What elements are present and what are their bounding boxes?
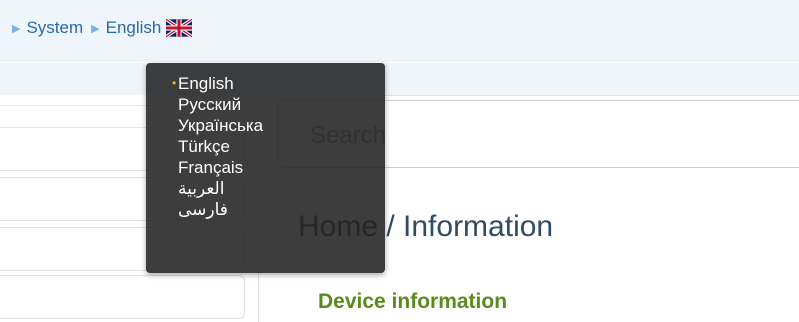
breadcrumb-system[interactable]: System <box>26 18 83 38</box>
language-option-persian[interactable]: فارسی <box>146 199 385 220</box>
sidebar-field[interactable] <box>0 275 245 319</box>
uk-flag-icon[interactable] <box>165 17 194 39</box>
language-option-label: Українська <box>178 116 264 135</box>
top-bar-divider <box>0 62 799 63</box>
language-option-arabic[interactable]: العربية <box>146 178 385 199</box>
breadcrumb: ▶ System ▶ English <box>12 17 194 39</box>
breadcrumb-language[interactable]: English <box>106 18 162 38</box>
language-option-french[interactable]: Français <box>146 157 385 178</box>
language-option-turkish[interactable]: Türkçe <box>146 136 385 157</box>
language-option-russian[interactable]: Русский <box>146 94 385 115</box>
selected-bullet-icon: • <box>172 76 177 90</box>
language-option-ukrainian[interactable]: Українська <box>146 115 385 136</box>
language-option-label: English <box>178 74 234 93</box>
language-option-label: Русский <box>178 95 242 114</box>
language-dropdown-menu: • English Русский Українська Türkçe Fran… <box>146 63 385 273</box>
language-option-english[interactable]: • English <box>146 73 385 94</box>
language-option-label: Türkçe <box>178 137 230 156</box>
breadcrumb-arrow-icon: ▶ <box>91 22 100 35</box>
language-option-label: فارسی <box>178 200 228 219</box>
top-bar: ▶ System ▶ English <box>0 0 799 96</box>
language-option-label: Français <box>178 158 244 177</box>
breadcrumb-arrow-icon: ▶ <box>12 22 21 35</box>
section-title-device-information: Device information <box>318 290 508 313</box>
language-option-label: العربية <box>178 179 225 198</box>
